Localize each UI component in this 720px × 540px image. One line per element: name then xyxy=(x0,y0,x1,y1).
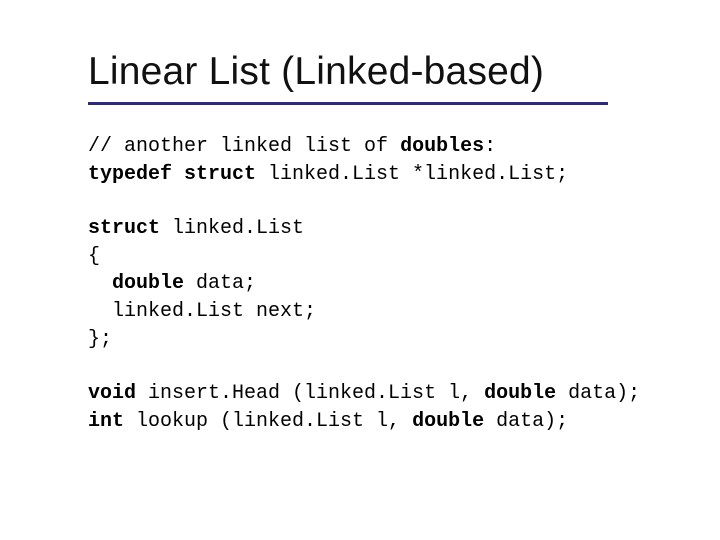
code-text: lookup (linked.List l, xyxy=(124,410,412,433)
title-underline xyxy=(88,102,608,105)
blank-line xyxy=(88,188,720,215)
code-keyword: struct xyxy=(88,217,160,240)
code-keyword: void xyxy=(88,382,136,405)
code-keyword: double xyxy=(88,272,184,295)
code-line-5: double data; xyxy=(88,272,256,295)
code-text: data; xyxy=(184,272,256,295)
code-text: data); xyxy=(484,410,568,433)
code-line-1: // another linked list of doubles: xyxy=(88,135,496,158)
code-text: linked.List *linked.List; xyxy=(256,163,568,186)
slide: Linear List (Linked-based) // another li… xyxy=(0,0,720,540)
code-keyword: doubles xyxy=(400,135,484,158)
code-keyword: double xyxy=(484,382,556,405)
code-line-6: linked.List next; xyxy=(88,300,316,323)
code-text: // another linked list of xyxy=(88,135,400,158)
blank-line xyxy=(88,353,720,380)
code-line-3: struct linked.List xyxy=(88,217,304,240)
code-line-7: }; xyxy=(88,328,112,351)
code-text: : xyxy=(484,135,496,158)
code-keyword: double xyxy=(412,410,484,433)
code-text: linked.List xyxy=(160,217,304,240)
code-line-9: int lookup (linked.List l, double data); xyxy=(88,410,568,433)
slide-title: Linear List (Linked-based) xyxy=(88,50,720,94)
code-text: data); xyxy=(556,382,640,405)
code-text: insert.Head (linked.List l, xyxy=(136,382,484,405)
code-line-8: void insert.Head (linked.List l, double … xyxy=(88,382,640,405)
code-line-4: { xyxy=(88,245,100,268)
code-line-2: typedef struct linked.List *linked.List; xyxy=(88,163,568,186)
code-keyword: typedef struct xyxy=(88,163,256,186)
code-keyword: int xyxy=(88,410,124,433)
code-block: // another linked list of doubles: typed… xyxy=(88,133,720,435)
